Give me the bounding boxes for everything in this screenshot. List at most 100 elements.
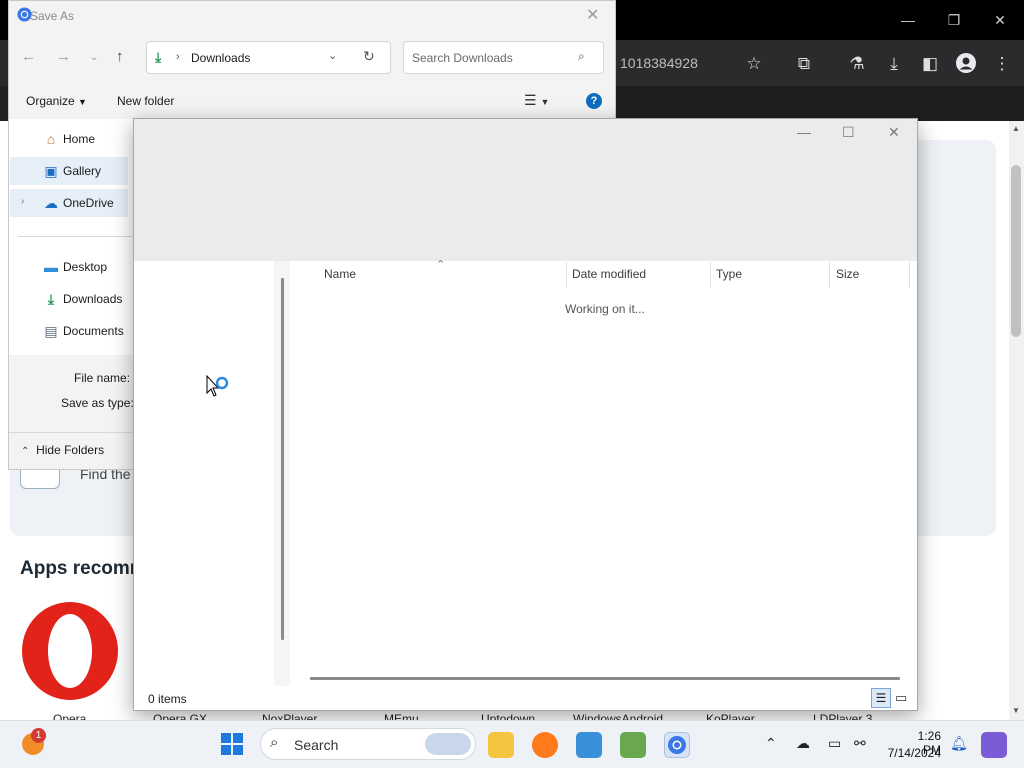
expand-chevron-icon[interactable]: ›: [21, 196, 24, 207]
browser-bookmarks-area: [616, 86, 1024, 121]
sort-ascending-icon: ⌃: [436, 259, 446, 271]
details-view-icon[interactable]: ☰: [871, 688, 891, 708]
column-separator[interactable]: [710, 262, 711, 288]
show-hidden-icons-chevron-icon[interactable]: ⌃: [765, 735, 777, 752]
hide-folders-label: Hide Folders: [36, 443, 105, 457]
up-arrow-icon[interactable]: ↑: [116, 48, 124, 65]
address-text: Downloads: [191, 51, 251, 65]
page-scrollbar-thumb[interactable]: [1011, 165, 1021, 337]
display-icon[interactable]: ▭: [828, 735, 841, 752]
breadcrumb-chevron-icon[interactable]: ›: [176, 51, 180, 63]
onedrive-icon: ☁: [44, 195, 58, 211]
horizontal-scrollbar[interactable]: [310, 677, 900, 680]
side-panel-icon[interactable]: ◧: [918, 52, 942, 76]
back-arrow-icon[interactable]: ←: [21, 48, 36, 65]
clock-date[interactable]: 7/14/2024: [884, 746, 941, 760]
download-location-icon: ⤓: [155, 49, 162, 65]
sidebar-item-label: OneDrive: [63, 196, 114, 210]
notification-badge: 1: [31, 728, 46, 743]
hide-folders-button[interactable]: ⌃ Hide Folders: [21, 443, 104, 457]
network-icon[interactable]: ⚯: [854, 735, 866, 752]
file-name-label: File name:: [74, 371, 131, 385]
sidebar-item-downloads[interactable]: ⤓ Downloads: [10, 285, 128, 313]
chevron-up-icon: ⌃: [21, 446, 30, 457]
sidebar-item-desktop[interactable]: ▬ Desktop: [10, 253, 128, 281]
picker-navigation-pane: [134, 261, 274, 686]
column-header-name[interactable]: Name: [324, 267, 356, 281]
browser-menu-icon[interactable]: ⋮: [990, 52, 1014, 76]
search-icon: ⌕: [270, 734, 279, 751]
search-placeholder: Search Downloads: [412, 51, 513, 65]
scroll-down-icon[interactable]: ▼: [1012, 706, 1020, 715]
documents-icon: ▤: [44, 323, 58, 339]
column-separator[interactable]: [566, 262, 567, 288]
bookmark-star-icon[interactable]: ☆: [742, 52, 766, 76]
firefox-icon[interactable]: [532, 732, 558, 758]
help-icon[interactable]: ?: [586, 93, 602, 109]
dialog-close-button[interactable]: ✕: [586, 5, 599, 25]
labs-flask-icon[interactable]: ⚗: [845, 52, 869, 76]
organize-button[interactable]: Organize ▼: [26, 94, 87, 108]
start-button[interactable]: [220, 732, 244, 756]
download-icon: ⤓: [47, 291, 55, 307]
picker-maximize-button[interactable]: ☐: [842, 124, 855, 141]
home-icon: ⌂: [46, 131, 56, 147]
browser-minimize-button[interactable]: —: [885, 8, 931, 32]
file-explorer-icon[interactable]: [488, 732, 514, 758]
sidebar-item-home[interactable]: ⌂ Home: [10, 125, 128, 153]
column-header-type[interactable]: Type: [716, 267, 742, 281]
chrome-taskbar-icon[interactable]: [664, 732, 690, 758]
search-icon[interactable]: ⌕: [578, 49, 585, 64]
address-dropdown-icon[interactable]: ⌄: [328, 49, 337, 62]
sidebar-item-onedrive[interactable]: ☁ OneDrive: [10, 189, 128, 217]
dialog-title: Save As: [30, 9, 75, 23]
column-header-date-modified[interactable]: Date modified: [572, 267, 646, 281]
extensions-icon[interactable]: ⧉: [792, 52, 816, 76]
address-bar[interactable]: [146, 41, 391, 74]
column-header-size[interactable]: Size: [836, 267, 859, 281]
photos-app-icon[interactable]: [576, 732, 602, 758]
browser-restore-button[interactable]: ❐: [931, 8, 977, 32]
column-separator[interactable]: [829, 262, 830, 288]
view-options-icon[interactable]: ☰ ▼: [524, 92, 549, 109]
tiles-view-icon[interactable]: ▭: [895, 690, 907, 706]
recent-locations-chevron-icon[interactable]: ⌄: [90, 52, 98, 63]
onedrive-status-icon[interactable]: ☁: [796, 735, 810, 752]
gallery-icon: ▣: [44, 163, 58, 179]
copilot-icon[interactable]: [981, 732, 1007, 758]
search-highlight-icon[interactable]: [425, 733, 471, 755]
opera-logo-icon[interactable]: [20, 601, 120, 701]
notification-bell-icon[interactable]: 🔔︎: [950, 735, 968, 752]
apps-recommended-heading: Apps recomm: [20, 558, 147, 579]
taskbar-search-label: Search: [294, 737, 339, 753]
bluestacks-icon[interactable]: [620, 732, 646, 758]
profile-avatar-icon[interactable]: [954, 52, 978, 76]
column-separator[interactable]: [909, 262, 910, 288]
refresh-icon[interactable]: ↻: [363, 48, 375, 65]
loading-status: Working on it...: [565, 302, 645, 316]
scroll-up-icon[interactable]: ▲: [1012, 124, 1020, 133]
organize-dropdown-icon: ▼: [78, 97, 87, 107]
sidebar-item-gallery[interactable]: ▣ Gallery: [10, 157, 128, 185]
desktop-icon: ▬: [44, 259, 58, 275]
organize-label: Organize: [26, 94, 75, 108]
items-count: 0 items: [148, 692, 187, 706]
sidebar-item-label: Downloads: [63, 292, 123, 306]
sidebar-item-label: Documents: [63, 324, 124, 338]
address-bar-text[interactable]: 1018384928: [620, 55, 698, 71]
sidebar-divider: [18, 236, 132, 237]
sidebar-item-documents[interactable]: ▤ Documents: [10, 317, 128, 345]
downloads-icon[interactable]: ⤓: [882, 52, 906, 76]
picker-close-button[interactable]: ✕: [888, 124, 900, 141]
busy-cursor-icon: [205, 374, 231, 405]
forward-arrow-icon[interactable]: →: [56, 48, 71, 65]
picker-header: [134, 119, 917, 261]
picker-minimize-button[interactable]: —: [797, 124, 811, 140]
save-as-type-label: Save as type:: [61, 396, 134, 410]
sidebar-item-label: Gallery: [63, 164, 102, 178]
sidebar-item-label: Desktop: [63, 260, 108, 274]
browser-close-button[interactable]: ✕: [977, 8, 1023, 32]
sidebar-item-label: Home: [63, 132, 96, 146]
new-folder-button[interactable]: New folder: [117, 94, 174, 108]
picker-pane-scrollbar-thumb[interactable]: [281, 278, 284, 640]
